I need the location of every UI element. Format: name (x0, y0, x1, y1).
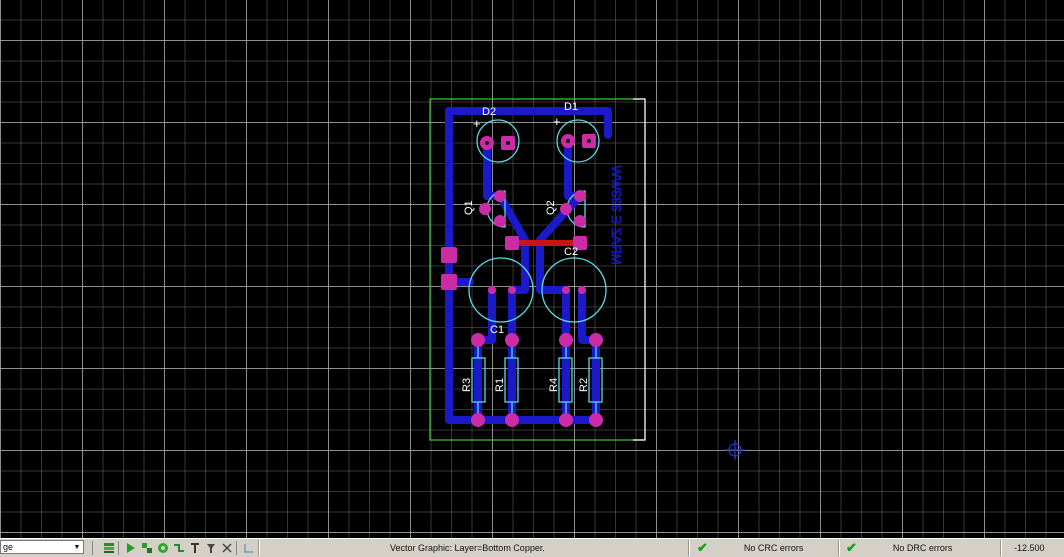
label-r1: R1 (494, 378, 506, 392)
pcb-board[interactable]: D2 D1 Q1 Q2 C2 C1 R3 R1 R4 R2 + + MRAZ E… (0, 0, 1064, 538)
label-d1: D1 (564, 101, 578, 113)
mirrored-board-text: MRAZ E 333WW (609, 165, 624, 265)
measure-icon[interactable] (204, 541, 218, 555)
crc-status: ✔ No CRC errors (697, 540, 827, 556)
coordinate-readout: -12.500 (1014, 543, 1045, 553)
cut-icon[interactable] (220, 541, 234, 555)
statusbar-divider (258, 540, 260, 556)
label-q1: Q1 (463, 200, 475, 215)
connect-icon[interactable] (242, 541, 256, 555)
chevron-down-icon[interactable]: ▼ (71, 541, 83, 553)
layer-select-value: ge (3, 542, 14, 552)
status-message: Vector Graphic: Layer=Bottom Copper. (390, 543, 545, 553)
pad-icon[interactable] (156, 541, 170, 555)
pad-holes (485, 139, 591, 145)
crc-status-text: No CRC errors (743, 543, 804, 553)
label-d2: D2 (482, 106, 496, 118)
toolbar-separator (92, 541, 93, 555)
track-icon[interactable] (172, 541, 186, 555)
drc-status-text: No DRC errors (892, 543, 953, 553)
board-outline-white (633, 98, 646, 441)
polarity-mark-d2: + (473, 116, 481, 131)
pcb-canvas[interactable]: D2 D1 Q1 Q2 C2 C1 R3 R1 R4 R2 + + MRAZ E… (0, 0, 1064, 538)
layers-icon[interactable] (102, 541, 116, 555)
polarity-mark-d1: + (553, 114, 561, 129)
label-r3: R3 (461, 378, 473, 392)
check-icon: ✔ (846, 540, 857, 555)
status-bar: ge ▼ Vector Graphic: Layer=Bottom Copper… (0, 538, 1064, 557)
label-r4: R4 (548, 378, 560, 392)
toolbar-separator (236, 541, 237, 555)
check-icon: ✔ (697, 540, 708, 555)
component-icon[interactable] (140, 541, 154, 555)
drc-status: ✔ No DRC errors (846, 540, 986, 556)
statusbar-divider (1000, 540, 1002, 556)
label-c1: C1 (490, 324, 504, 336)
label-q2: Q2 (545, 200, 557, 215)
statusbar-divider (688, 540, 690, 556)
text-icon[interactable] (188, 541, 202, 555)
bottom-copper-traces (445, 107, 612, 424)
layer-select[interactable]: ge ▼ (0, 540, 84, 554)
label-r2: R2 (578, 378, 590, 392)
toolbar-separator (118, 541, 119, 555)
label-c2: C2 (564, 246, 578, 258)
route-icon[interactable] (124, 541, 138, 555)
cursor-crosshair-icon (725, 440, 745, 460)
statusbar-divider (838, 540, 840, 556)
